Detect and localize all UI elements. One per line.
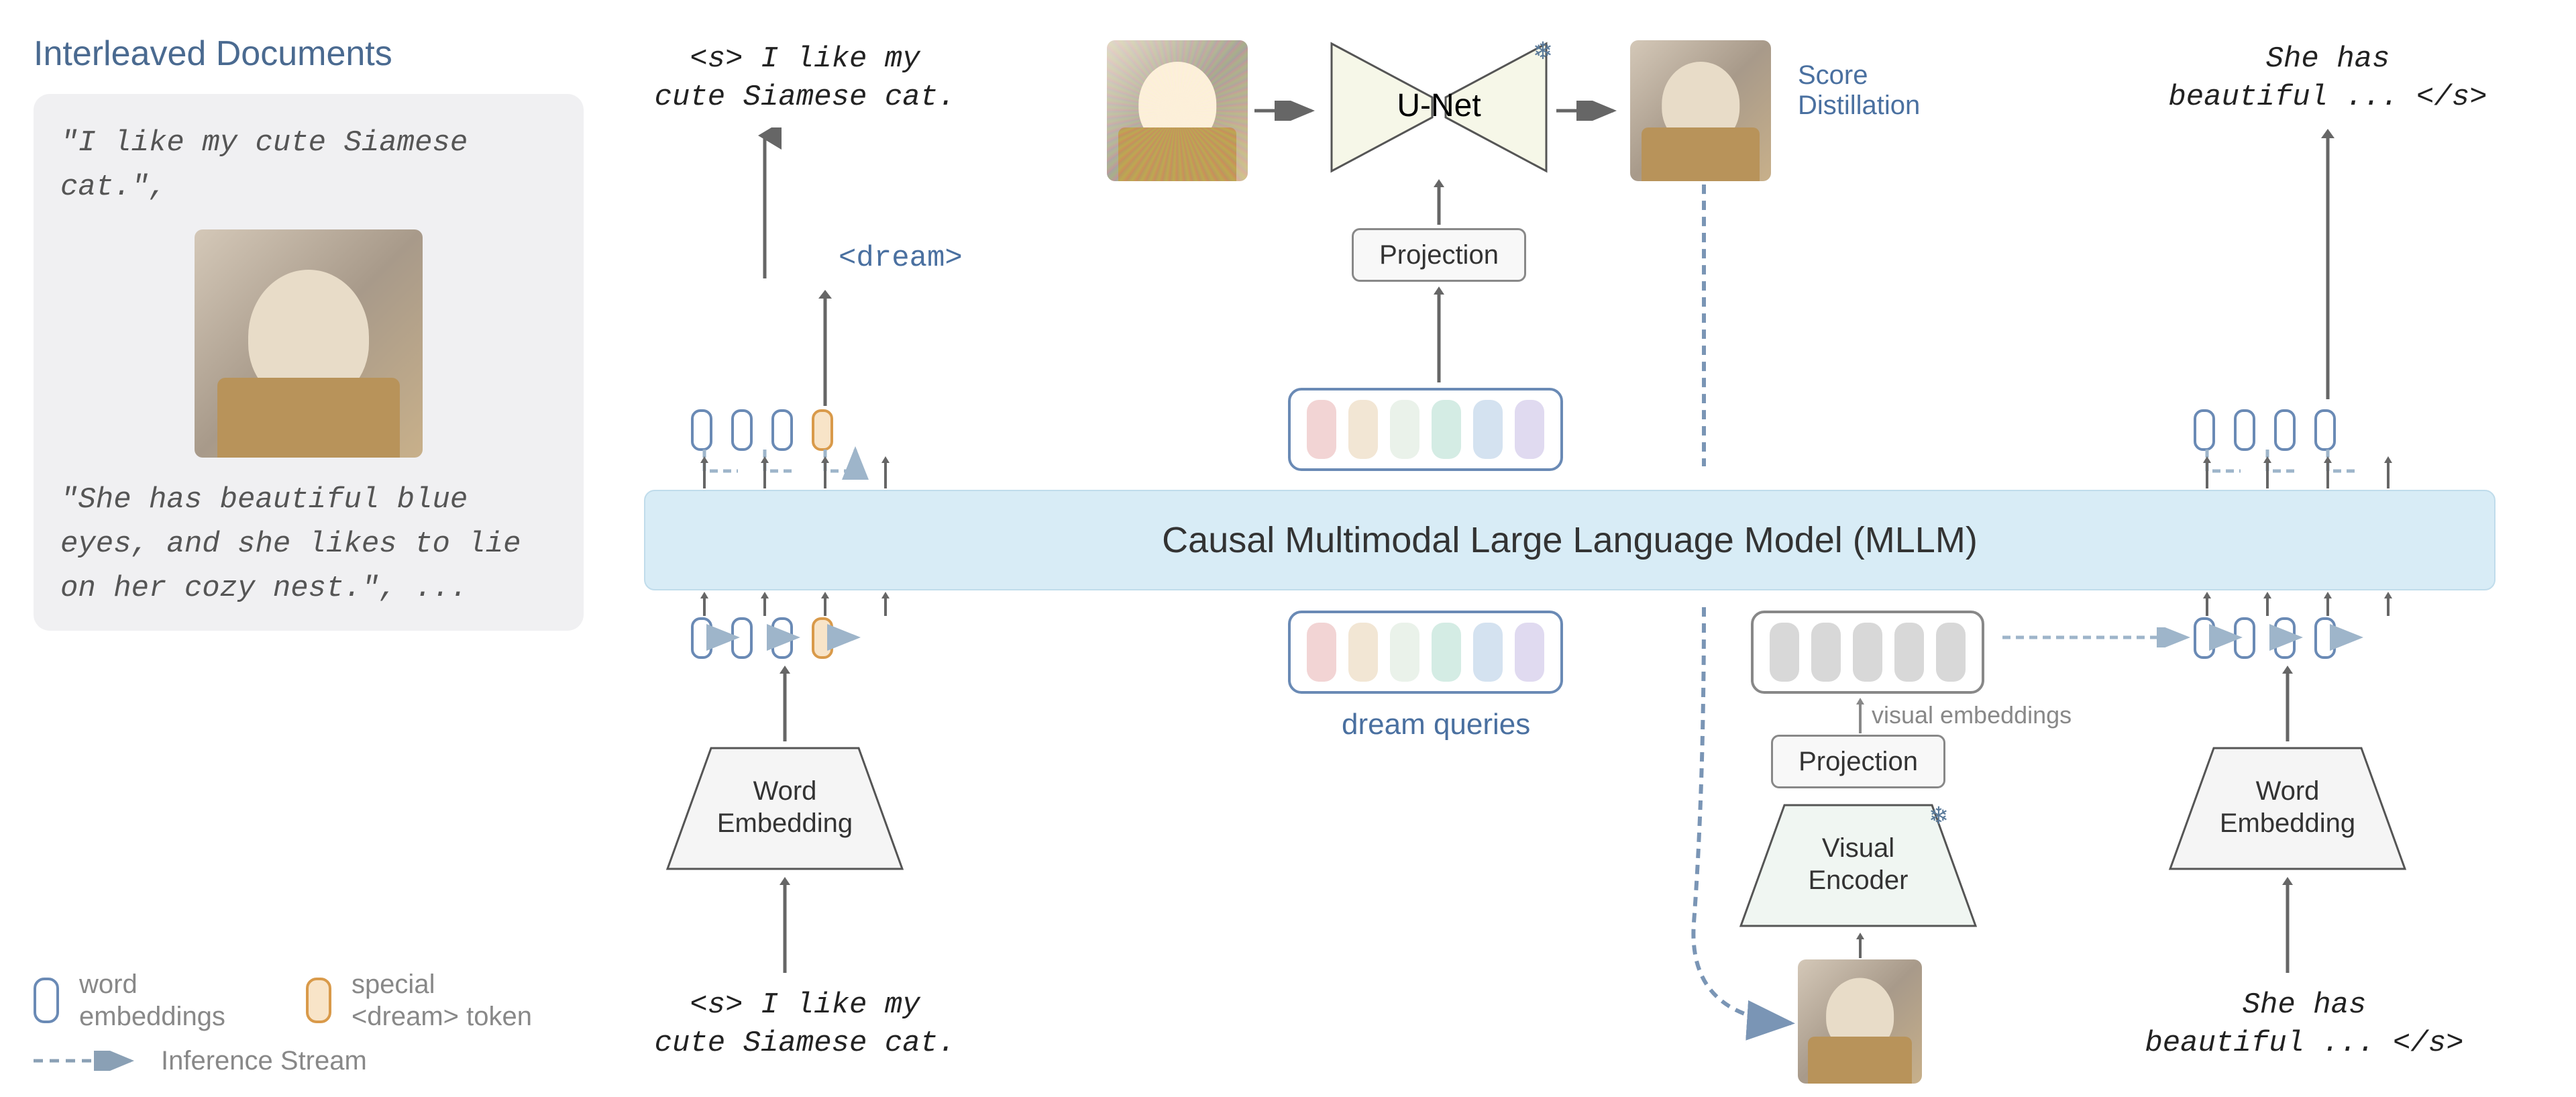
legend-dream-label: special <dream> token: [352, 968, 532, 1033]
query-chip-icon: [1515, 400, 1544, 459]
word-embedding-left: Word Embedding: [664, 745, 906, 872]
query-chip-icon: [1853, 623, 1882, 682]
arrows-tokens-to-mllm-right: [2187, 592, 2422, 619]
query-chip-icon: [1390, 623, 1419, 682]
visual-embeddings-label: visual embeddings: [1872, 701, 2072, 729]
arrow-to-output-right: [2311, 127, 2345, 403]
arrow-dream-token: [812, 289, 839, 409]
query-chip-icon: [1390, 400, 1419, 459]
dream-token-label: <dream>: [839, 242, 963, 275]
query-chip-icon: [1307, 623, 1336, 682]
arrows-mllm-to-tokens-left: [684, 455, 919, 491]
generated-image: [1630, 40, 1771, 181]
legend-dashed-arrow-icon: [34, 1051, 141, 1071]
unet-label: U-Net: [1328, 87, 1550, 124]
diagram-root: Interleaved Documents "I like my cute Si…: [0, 0, 2576, 1097]
dream-queries-output: [1288, 388, 1563, 471]
snowflake-icon: ❄: [1533, 37, 1553, 65]
legend: word embeddings special <dream> token In…: [34, 968, 532, 1077]
arrow-queries-to-proj: [1429, 285, 1449, 386]
cat-image-doc: [195, 229, 423, 458]
dashed-gen-to-input: [1607, 185, 1821, 1050]
legend-word-label: word embeddings: [79, 968, 225, 1033]
legend-inference-label: Inference Stream: [161, 1045, 367, 1077]
arrow-proj-to-unet: [1429, 178, 1449, 228]
arrow-img-to-encoder: [1850, 931, 1870, 961]
output-text-right: She has beautiful ... </s>: [2147, 40, 2509, 117]
query-chip-icon: [1307, 400, 1336, 459]
dream-queries-label: dream queries: [1342, 708, 1530, 741]
document-box: "I like my cute Siamese cat.", "She has …: [34, 94, 584, 631]
noisy-image: [1107, 40, 1248, 181]
query-chip-icon: [1515, 623, 1544, 682]
interleaved-documents-panel: Interleaved Documents "I like my cute Si…: [34, 34, 584, 631]
arrow-text-to-embed-right: [2277, 876, 2298, 976]
mllm-label: Causal Multimodal Large Language Model (…: [1162, 519, 1978, 561]
arrow-to-output-left: [748, 127, 782, 282]
main-diagram: Causal Multimodal Large Language Model (…: [617, 0, 2549, 1097]
query-chip-icon: [1432, 400, 1461, 459]
arrows-mllm-to-tokens-right: [2187, 455, 2422, 491]
dashed-token-flow-bottom-left: [684, 617, 919, 664]
query-chip-icon: [1348, 400, 1378, 459]
dashed-visemb-to-tokens: [2002, 627, 2197, 647]
arrow-embed-to-tokens-right: [2277, 664, 2298, 745]
output-text-left: <s> I like my cute Siamese cat.: [644, 40, 966, 117]
dashed-token-flow-bottom-right: [2187, 617, 2422, 664]
input-text-right: She has beautiful ... </s>: [2123, 986, 2485, 1063]
projection-box-top: Projection: [1352, 228, 1526, 282]
arrow-text-to-embed-left: [775, 876, 795, 976]
doc-text-2: "She has beautiful blue eyes, and she li…: [60, 478, 557, 611]
arrows-tokens-to-mllm-left: [684, 592, 919, 619]
mllm-bar: Causal Multimodal Large Language Model (…: [644, 490, 2496, 590]
score-distillation-label: Score Distillation: [1798, 60, 1959, 121]
input-text-left: <s> I like my cute Siamese cat.: [644, 986, 966, 1063]
query-chip-icon: [1432, 623, 1461, 682]
arrow-proj-to-visemb: [1850, 696, 1870, 735]
dream-queries-input: [1288, 611, 1563, 694]
arrow-to-unet: [1254, 101, 1322, 121]
arrow-embed-to-tokens-left: [775, 664, 795, 745]
legend-row-2: Inference Stream: [34, 1045, 532, 1077]
query-chip-icon: [1348, 623, 1378, 682]
query-chip-icon: [1936, 623, 1966, 682]
legend-orange-chip-icon: [306, 978, 331, 1023]
word-embedding-right: Word Embedding: [2167, 745, 2408, 872]
legend-blue-chip-icon: [34, 978, 59, 1023]
query-chip-icon: [1894, 623, 1924, 682]
snowflake-icon: ❄: [1929, 802, 1949, 830]
arrow-from-unet: [1556, 101, 1623, 121]
legend-row-1: word embeddings special <dream> token: [34, 968, 532, 1033]
query-chip-icon: [1473, 400, 1503, 459]
panel-title: Interleaved Documents: [34, 34, 584, 74]
query-chip-icon: [1473, 623, 1503, 682]
unet-block: U-Net ❄: [1328, 40, 1550, 174]
doc-text-1: "I like my cute Siamese cat.",: [60, 121, 557, 209]
